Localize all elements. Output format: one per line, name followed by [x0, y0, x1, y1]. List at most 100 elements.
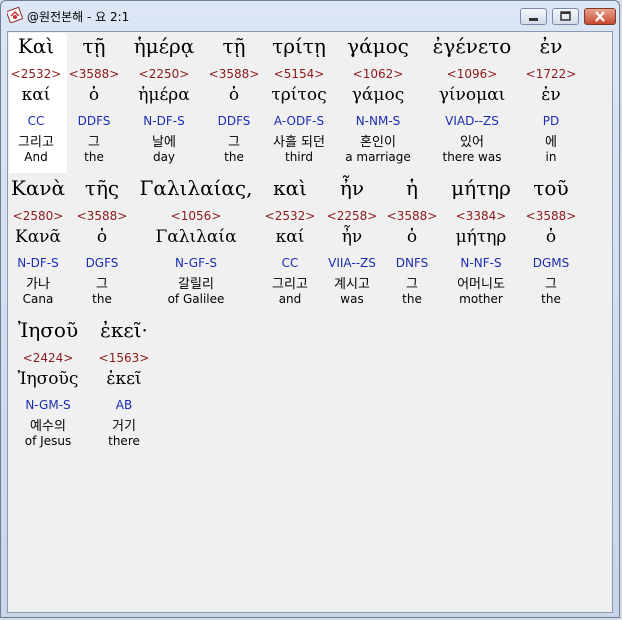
korean-gloss: 계시고 [334, 277, 370, 292]
word-column[interactable]: ἐγένετο <1096> γίνομαι VIAD--ZS 있어 there was [428, 32, 516, 170]
korean-gloss: 있어 [460, 135, 484, 150]
greek-word: ἦν [339, 176, 365, 200]
morphology-code: N-GF-S [175, 256, 217, 270]
english-gloss: a marriage [345, 150, 411, 164]
word-column[interactable]: Καὶ <2532> καί CC 그리고 And [8, 32, 64, 170]
morphology-code: N-NF-S [460, 256, 502, 270]
lemma-word: ὁ [406, 227, 418, 247]
maximize-button[interactable] [552, 8, 579, 25]
english-gloss: the [84, 150, 104, 164]
close-icon [595, 11, 605, 22]
word-column[interactable]: ἐν <1722> ἐν PD 에 in [523, 32, 579, 170]
lemma-word: ἡμέρα [138, 85, 190, 105]
strong-number: <3588> [386, 209, 438, 223]
strong-number: <2424> [22, 351, 74, 365]
strong-number: <2532> [264, 209, 316, 223]
strong-number: <2580> [12, 209, 64, 223]
lemma-word: Κανᾶ [15, 227, 61, 247]
word-column[interactable]: γάμος <1062> γάμος N-NM-S 혼인이 a marriage [338, 32, 418, 170]
lemma-word: γίνομαι [438, 85, 506, 105]
word-column[interactable]: τρίτῃ <5154> τρίτος A-ODF-S 사흘 되던 third [263, 32, 335, 170]
strong-number: <3588> [76, 209, 128, 223]
korean-gloss: 예수의 [30, 419, 66, 434]
strong-number: <1062> [352, 67, 404, 81]
verse-line: Ἰησοῦ <2424> Ἰησοῦς N-GM-S 예수의 of Jesus ἐκεῖ· <… [8, 316, 608, 454]
greek-word: γάμος [347, 34, 409, 58]
greek-word: μήτηρ [451, 176, 511, 200]
word-column[interactable]: τοῦ <3588> ὁ DGMS 그 the [523, 174, 579, 312]
lemma-word: τρίτος [271, 85, 327, 105]
strong-number: <1056> [170, 209, 222, 223]
word-column[interactable]: ἦν <2258> ἦν VIIA--ZS 계시고 was [322, 174, 382, 312]
english-gloss: third [285, 150, 313, 164]
english-gloss: the [224, 150, 244, 164]
word-column[interactable]: τῆς <3588> ὁ DGFS 그 the [70, 174, 134, 312]
korean-gloss: 어머니도 [457, 277, 505, 292]
greek-word: ἡ [406, 176, 418, 200]
lemma-word: ἦν [341, 227, 363, 247]
word-column[interactable]: καὶ <2532> καί CC 그리고 and [260, 174, 320, 312]
korean-gloss: 그 [545, 277, 557, 292]
greek-word: ἐν [539, 34, 563, 58]
lemma-word: ὁ [228, 85, 240, 105]
interlinear-panel[interactable]: Καὶ <2532> καί CC 그리고 And τῇ <3588> ὁ DDFS 그 the ἡμέ… [7, 31, 613, 613]
morphology-code: DDFS [217, 114, 251, 128]
word-column[interactable]: τῇ <3588> ὁ DDFS 그 the [206, 32, 262, 170]
word-column[interactable]: τῇ <3588> ὁ DDFS 그 the [66, 32, 122, 170]
strong-number: <3588> [208, 67, 260, 81]
korean-gloss: 에 [545, 135, 557, 150]
strong-number: <3588> [525, 209, 577, 223]
close-button[interactable] [584, 8, 616, 25]
english-gloss: there was [442, 150, 502, 164]
word-column[interactable]: ἐκεῖ· <1563> ἐκεῖ AB 거기 there [92, 316, 156, 454]
strong-number: <2532> [10, 67, 62, 81]
korean-gloss: 거기 [112, 419, 136, 434]
greek-word: ἐγένετο [432, 34, 512, 58]
verse-line: Κανὰ <2580> Κανᾶ N-DF-S 가나 Cana τῆς <3588> ὁ DGFS… [8, 174, 608, 312]
morphology-code: N-DF-S [17, 256, 59, 270]
word-column[interactable]: ἡ <3588> ὁ DNFS 그 the [384, 174, 440, 312]
morphology-code: DGMS [532, 256, 570, 270]
morphology-code: N-NM-S [355, 114, 401, 128]
korean-gloss: 가나 [26, 277, 50, 292]
lemma-word: καί [21, 85, 51, 105]
minimize-button[interactable] [520, 8, 547, 25]
morphology-code: PD [542, 114, 560, 128]
korean-gloss: 그 [406, 277, 418, 292]
english-gloss: Cana [22, 292, 54, 306]
english-gloss: there [108, 434, 140, 448]
lemma-word: ὁ [545, 227, 557, 247]
greek-word: τῇ [82, 34, 106, 58]
morphology-code: N-GM-S [25, 398, 71, 412]
english-gloss: of Jesus [24, 434, 72, 448]
english-gloss: mother [459, 292, 503, 306]
app-window: @원전본해 - 요 2:1 Καὶ <2532> καί CC 그리고 And τῇ <358… [0, 0, 620, 618]
strong-number: <5154> [273, 67, 325, 81]
morphology-code: DGFS [85, 256, 119, 270]
korean-gloss: 날에 [152, 135, 176, 150]
strong-number: <2250> [138, 67, 190, 81]
korean-gloss: 그리고 [272, 277, 308, 292]
english-gloss: day [152, 150, 176, 164]
korean-gloss: 갈릴리 [178, 277, 214, 292]
lemma-word: ὁ [96, 227, 108, 247]
korean-gloss: 혼인이 [360, 135, 396, 150]
strong-number: <1722> [525, 67, 577, 81]
lemma-word: ἐκεῖ [106, 369, 142, 389]
english-gloss: the [541, 292, 561, 306]
korean-gloss: 그 [96, 277, 108, 292]
word-column[interactable]: μήτηρ <3384> μήτηρ N-NF-S 어머니도 mother [440, 174, 522, 312]
word-column[interactable]: Γαλιλαίας, <1056> Γαλιλαία N-GF-S 갈릴리 of Gali… [136, 174, 256, 312]
word-column[interactable]: Κανὰ <2580> Κανᾶ N-DF-S 가나 Cana [8, 174, 68, 312]
morphology-code: DNFS [395, 256, 429, 270]
app-icon[interactable] [5, 6, 24, 24]
word-column[interactable]: ἡμέρᾳ <2250> ἡμέρα N-DF-S 날에 day [125, 32, 203, 170]
lemma-word: καί [275, 227, 305, 247]
greek-word: τῆς [84, 176, 120, 200]
word-column[interactable]: Ἰησοῦ <2424> Ἰησοῦς N-GM-S 예수의 of Jesus [14, 316, 82, 454]
lemma-word: Γαλιλαία [155, 227, 237, 247]
greek-word: καὶ [273, 176, 307, 200]
title-bar[interactable]: @원전본해 - 요 2:1 [1, 1, 619, 31]
lemma-word: Ἰησοῦς [17, 369, 79, 389]
maximize-icon [560, 11, 571, 21]
